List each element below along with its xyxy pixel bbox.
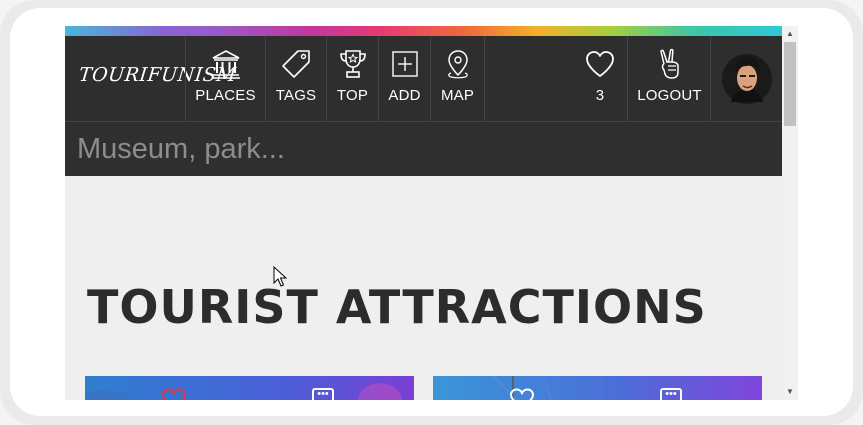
trophy-icon bbox=[339, 50, 366, 78]
card-image bbox=[492, 376, 552, 400]
attraction-card[interactable]: ••• bbox=[433, 376, 762, 400]
nav-item-places[interactable]: PLACES bbox=[185, 36, 265, 121]
scrollbar-thumb[interactable] bbox=[784, 42, 796, 126]
browser-viewport: TOURIFUNISM PLACES TAGS TOP ADD MAP 3 LO… bbox=[65, 26, 782, 400]
nav-item-top[interactable]: TOP bbox=[326, 36, 378, 121]
peace-hand-icon bbox=[659, 48, 679, 79]
card-menu-icon[interactable]: ••• bbox=[312, 388, 334, 400]
top-navbar: TOURIFUNISM PLACES TAGS TOP ADD MAP 3 LO… bbox=[65, 36, 782, 122]
search-bar bbox=[65, 122, 782, 176]
map-pin-icon bbox=[447, 50, 468, 79]
nav-item-tags[interactable]: TAGS bbox=[265, 36, 326, 121]
nav-item-logout[interactable]: LOGOUT bbox=[627, 36, 711, 121]
card-menu-icon[interactable]: ••• bbox=[660, 388, 682, 400]
nav-item-add[interactable]: ADD bbox=[378, 36, 430, 121]
page-title: TOURIST ATTRACTIONS bbox=[87, 280, 707, 334]
favorites-count: 3 bbox=[595, 87, 605, 104]
mouse-cursor-icon bbox=[273, 266, 287, 287]
user-avatar[interactable] bbox=[710, 36, 782, 121]
nav-label-tags: TAGS bbox=[275, 87, 317, 104]
rainbow-accent-bar bbox=[65, 26, 782, 36]
nav-label-map: MAP bbox=[440, 87, 475, 104]
heart-icon bbox=[586, 51, 614, 77]
nav-label-top: TOP bbox=[336, 87, 369, 104]
scroll-down-arrow-icon[interactable]: ▼ bbox=[782, 384, 798, 400]
card-image bbox=[85, 383, 402, 400]
search-input[interactable] bbox=[75, 126, 769, 172]
scroll-up-arrow-icon[interactable]: ▲ bbox=[782, 26, 798, 42]
favorite-heart-icon[interactable] bbox=[161, 388, 187, 400]
add-square-icon bbox=[391, 51, 418, 77]
avatar-image bbox=[722, 54, 772, 104]
museum-icon bbox=[211, 50, 240, 79]
nav-label-places: PLACES bbox=[195, 87, 256, 104]
tag-icon bbox=[282, 50, 310, 78]
nav-label-logout: LOGOUT bbox=[637, 87, 702, 104]
nav-item-map[interactable]: MAP bbox=[430, 36, 485, 121]
favorite-heart-icon[interactable] bbox=[509, 388, 535, 400]
nav-item-favorites[interactable]: 3 bbox=[573, 36, 627, 121]
vertical-scrollbar[interactable]: ▲ ▼ bbox=[782, 26, 798, 400]
attraction-card[interactable]: ••• bbox=[85, 376, 414, 400]
nav-label-add: ADD bbox=[388, 87, 421, 104]
